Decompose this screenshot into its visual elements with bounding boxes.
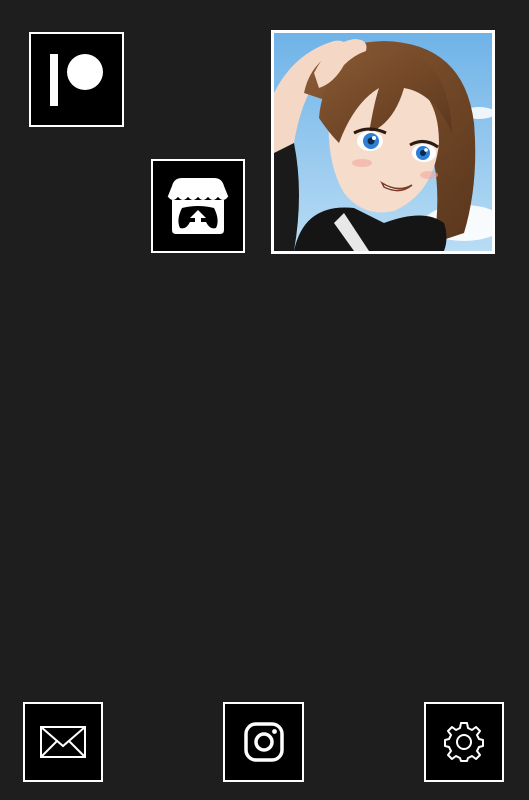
settings-button[interactable] [424,702,504,782]
home-screen [0,0,529,800]
mail-button[interactable] [23,702,103,782]
itch-io-tile[interactable] [151,159,245,253]
gear-icon [444,722,484,762]
profile-avatar-tile[interactable] [271,30,495,254]
mail-icon [40,726,86,758]
instagram-button[interactable] [223,702,304,782]
instagram-icon [243,722,284,762]
patreon-icon [49,53,103,106]
patreon-tile[interactable] [29,32,124,127]
itch-io-icon [167,178,229,234]
profile-avatar [274,33,492,251]
